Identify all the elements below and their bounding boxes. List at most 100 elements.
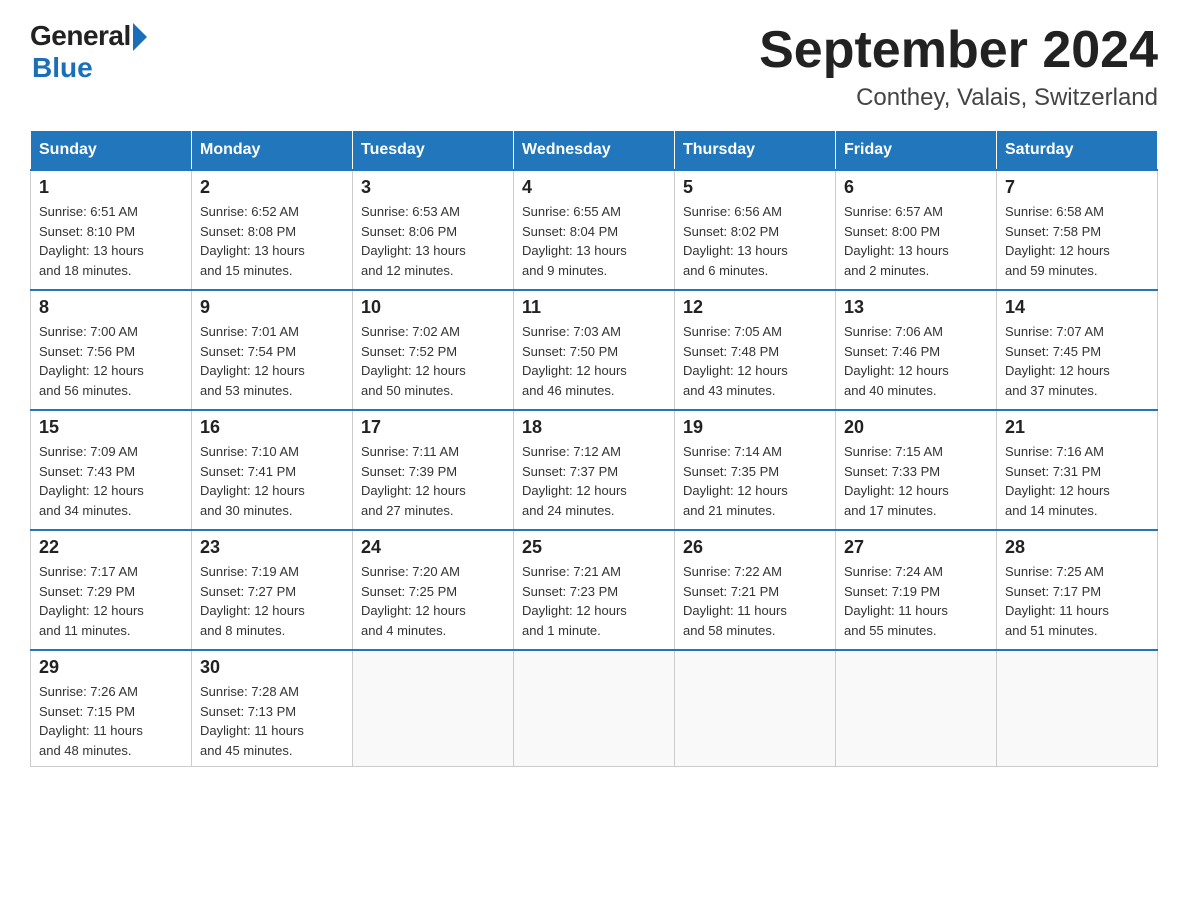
day-info: Sunrise: 6:57 AM Sunset: 8:00 PM Dayligh… xyxy=(844,202,988,280)
calendar-cell: 12Sunrise: 7:05 AM Sunset: 7:48 PM Dayli… xyxy=(675,290,836,410)
weekday-header-thursday: Thursday xyxy=(675,131,836,171)
day-info: Sunrise: 7:15 AM Sunset: 7:33 PM Dayligh… xyxy=(844,442,988,520)
calendar-cell: 1Sunrise: 6:51 AM Sunset: 8:10 PM Daylig… xyxy=(31,170,192,290)
day-number: 20 xyxy=(844,417,988,438)
title-block: September 2024 Conthey, Valais, Switzerl… xyxy=(759,20,1158,112)
day-number: 16 xyxy=(200,417,344,438)
calendar-title: September 2024 xyxy=(759,20,1158,80)
logo-general-text: General xyxy=(30,20,131,52)
calendar-cell: 26 Sunrise: 7:22 AM Sunset: 7:21 PM Dayli… xyxy=(675,530,836,650)
calendar-cell: 19 Sunrise: 7:14 AM Sunset: 7:35 PM Dayli… xyxy=(675,410,836,530)
day-number: 8 xyxy=(39,297,183,318)
calendar-cell: 5 Sunrise: 6:56 AM Sunset: 8:02 PM Daylig… xyxy=(675,170,836,290)
day-info: Sunrise: 7:28 AM Sunset: 7:13 PM Dayligh… xyxy=(200,682,344,760)
day-number: 15 xyxy=(39,417,183,438)
day-number: 19 xyxy=(683,417,827,438)
calendar-cell: 13 Sunrise: 7:06 AM Sunset: 7:46 PM Dayli… xyxy=(836,290,997,410)
calendar-week-row: 1Sunrise: 6:51 AM Sunset: 8:10 PM Daylig… xyxy=(31,170,1158,290)
page-header: General Blue September 2024 Conthey, Val… xyxy=(30,20,1158,112)
calendar-cell: 15 Sunrise: 7:09 AM Sunset: 7:43 PM Dayli… xyxy=(31,410,192,530)
calendar-cell: 10Sunrise: 7:02 AM Sunset: 7:52 PM Dayli… xyxy=(353,290,514,410)
day-number: 9 xyxy=(200,297,344,318)
day-info: Sunrise: 7:09 AM Sunset: 7:43 PM Dayligh… xyxy=(39,442,183,520)
day-info: Sunrise: 7:25 AM Sunset: 7:17 PM Dayligh… xyxy=(1005,562,1149,640)
day-number: 5 xyxy=(683,177,827,198)
day-number: 26 xyxy=(683,537,827,558)
day-info: Sunrise: 6:52 AM Sunset: 8:08 PM Dayligh… xyxy=(200,202,344,280)
day-info: Sunrise: 7:07 AM Sunset: 7:45 PM Dayligh… xyxy=(1005,322,1149,400)
day-number: 7 xyxy=(1005,177,1149,198)
day-number: 1 xyxy=(39,177,183,198)
calendar-cell: 27 Sunrise: 7:24 AM Sunset: 7:19 PM Dayli… xyxy=(836,530,997,650)
calendar-week-row: 15 Sunrise: 7:09 AM Sunset: 7:43 PM Dayli… xyxy=(31,410,1158,530)
day-number: 22 xyxy=(39,537,183,558)
calendar-cell: 11 Sunrise: 7:03 AM Sunset: 7:50 PM Dayli… xyxy=(514,290,675,410)
day-info: Sunrise: 7:17 AM Sunset: 7:29 PM Dayligh… xyxy=(39,562,183,640)
calendar-week-row: 22 Sunrise: 7:17 AM Sunset: 7:29 PM Dayli… xyxy=(31,530,1158,650)
day-number: 28 xyxy=(1005,537,1149,558)
day-info: Sunrise: 7:22 AM Sunset: 7:21 PM Dayligh… xyxy=(683,562,827,640)
calendar-cell xyxy=(675,650,836,767)
calendar-cell: 16 Sunrise: 7:10 AM Sunset: 7:41 PM Dayli… xyxy=(192,410,353,530)
calendar-cell: 25 Sunrise: 7:21 AM Sunset: 7:23 PM Dayli… xyxy=(514,530,675,650)
calendar-cell: 6 Sunrise: 6:57 AM Sunset: 8:00 PM Daylig… xyxy=(836,170,997,290)
day-number: 3 xyxy=(361,177,505,198)
weekday-header-friday: Friday xyxy=(836,131,997,171)
day-info: Sunrise: 7:20 AM Sunset: 7:25 PM Dayligh… xyxy=(361,562,505,640)
day-number: 13 xyxy=(844,297,988,318)
calendar-cell: 28 Sunrise: 7:25 AM Sunset: 7:17 PM Dayli… xyxy=(997,530,1158,650)
day-number: 4 xyxy=(522,177,666,198)
day-number: 27 xyxy=(844,537,988,558)
logo: General Blue xyxy=(30,20,147,84)
day-info: Sunrise: 7:00 AM Sunset: 7:56 PM Dayligh… xyxy=(39,322,183,400)
day-number: 14 xyxy=(1005,297,1149,318)
weekday-header-wednesday: Wednesday xyxy=(514,131,675,171)
day-info: Sunrise: 7:12 AM Sunset: 7:37 PM Dayligh… xyxy=(522,442,666,520)
calendar-cell: 23Sunrise: 7:19 AM Sunset: 7:27 PM Dayli… xyxy=(192,530,353,650)
calendar-cell xyxy=(514,650,675,767)
calendar-cell: 17Sunrise: 7:11 AM Sunset: 7:39 PM Dayli… xyxy=(353,410,514,530)
weekday-header-tuesday: Tuesday xyxy=(353,131,514,171)
day-info: Sunrise: 7:03 AM Sunset: 7:50 PM Dayligh… xyxy=(522,322,666,400)
calendar-cell xyxy=(353,650,514,767)
day-info: Sunrise: 7:24 AM Sunset: 7:19 PM Dayligh… xyxy=(844,562,988,640)
day-number: 29 xyxy=(39,657,183,678)
day-number: 10 xyxy=(361,297,505,318)
calendar-cell xyxy=(836,650,997,767)
day-number: 24 xyxy=(361,537,505,558)
day-number: 12 xyxy=(683,297,827,318)
day-number: 21 xyxy=(1005,417,1149,438)
day-info: Sunrise: 7:21 AM Sunset: 7:23 PM Dayligh… xyxy=(522,562,666,640)
calendar-subtitle: Conthey, Valais, Switzerland xyxy=(759,84,1158,112)
day-number: 30 xyxy=(200,657,344,678)
day-info: Sunrise: 7:06 AM Sunset: 7:46 PM Dayligh… xyxy=(844,322,988,400)
calendar-cell: 3 Sunrise: 6:53 AM Sunset: 8:06 PM Daylig… xyxy=(353,170,514,290)
day-info: Sunrise: 7:19 AM Sunset: 7:27 PM Dayligh… xyxy=(200,562,344,640)
day-info: Sunrise: 7:10 AM Sunset: 7:41 PM Dayligh… xyxy=(200,442,344,520)
day-number: 18 xyxy=(522,417,666,438)
day-number: 25 xyxy=(522,537,666,558)
calendar-cell: 22 Sunrise: 7:17 AM Sunset: 7:29 PM Dayli… xyxy=(31,530,192,650)
day-info: Sunrise: 7:14 AM Sunset: 7:35 PM Dayligh… xyxy=(683,442,827,520)
calendar-cell: 4 Sunrise: 6:55 AM Sunset: 8:04 PM Daylig… xyxy=(514,170,675,290)
day-info: Sunrise: 6:58 AM Sunset: 7:58 PM Dayligh… xyxy=(1005,202,1149,280)
day-info: Sunrise: 6:55 AM Sunset: 8:04 PM Dayligh… xyxy=(522,202,666,280)
calendar-cell: 30 Sunrise: 7:28 AM Sunset: 7:13 PM Dayli… xyxy=(192,650,353,767)
day-number: 11 xyxy=(522,297,666,318)
day-info: Sunrise: 7:26 AM Sunset: 7:15 PM Dayligh… xyxy=(39,682,183,760)
calendar-cell: 2Sunrise: 6:52 AM Sunset: 8:08 PM Daylig… xyxy=(192,170,353,290)
day-info: Sunrise: 7:11 AM Sunset: 7:39 PM Dayligh… xyxy=(361,442,505,520)
day-info: Sunrise: 6:53 AM Sunset: 8:06 PM Dayligh… xyxy=(361,202,505,280)
day-info: Sunrise: 6:56 AM Sunset: 8:02 PM Dayligh… xyxy=(683,202,827,280)
weekday-header-row: SundayMondayTuesdayWednesdayThursdayFrid… xyxy=(31,131,1158,171)
day-number: 6 xyxy=(844,177,988,198)
calendar-cell: 21 Sunrise: 7:16 AM Sunset: 7:31 PM Dayli… xyxy=(997,410,1158,530)
logo-blue-text: Blue xyxy=(32,52,93,84)
day-info: Sunrise: 7:01 AM Sunset: 7:54 PM Dayligh… xyxy=(200,322,344,400)
calendar-cell: 24 Sunrise: 7:20 AM Sunset: 7:25 PM Dayli… xyxy=(353,530,514,650)
calendar-cell: 7 Sunrise: 6:58 AM Sunset: 7:58 PM Daylig… xyxy=(997,170,1158,290)
logo-triangle-icon xyxy=(133,23,147,51)
calendar-cell: 8 Sunrise: 7:00 AM Sunset: 7:56 PM Daylig… xyxy=(31,290,192,410)
calendar-week-row: 8 Sunrise: 7:00 AM Sunset: 7:56 PM Daylig… xyxy=(31,290,1158,410)
day-info: Sunrise: 7:16 AM Sunset: 7:31 PM Dayligh… xyxy=(1005,442,1149,520)
